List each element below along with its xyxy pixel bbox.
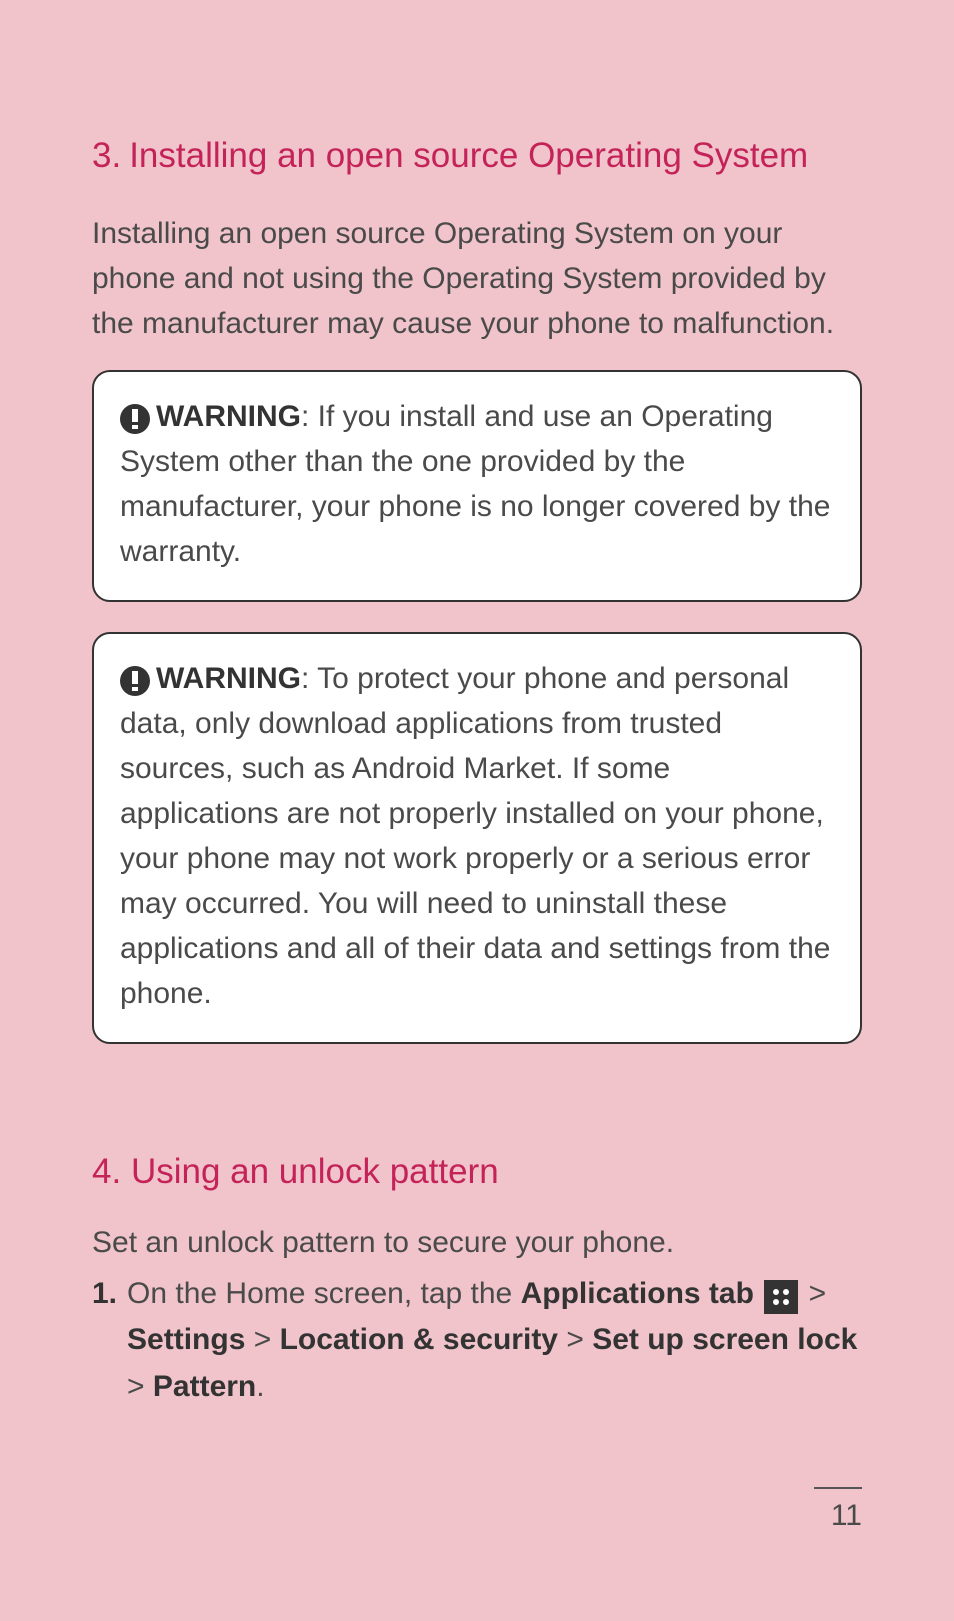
warning-1-content: WARNING: If you install and use an Opera… [120,394,834,574]
warning-icon [120,666,150,696]
warning-label: WARNING [156,662,301,695]
manual-page: 3. Installing an open source Operating S… [0,0,954,1410]
applications-icon [764,1280,798,1314]
warning-label: WARNING [156,400,301,433]
applications-tab-label: Applications tab [521,1277,754,1310]
step-lead: On the Home screen, tap the [127,1277,521,1310]
step-1: 1. On the Home screen, tap the Applicati… [92,1271,862,1411]
warning-box-1: WARNING: If you install and use an Opera… [92,370,862,602]
warning-box-2: WARNING: To protect your phone and perso… [92,632,862,1044]
location-security-label: Location & security [280,1323,558,1356]
section-title: Installing an open source Operating Syst… [129,130,862,183]
separator: > [800,1277,826,1310]
period: . [256,1370,264,1403]
section-4-intro: Set an unlock pattern to secure your pho… [92,1220,862,1265]
setup-screen-lock-label: Set up screen lock [592,1323,857,1356]
section-3-intro: Installing an open source Operating Syst… [92,211,862,346]
section-3-heading: 3. Installing an open source Operating S… [92,130,862,183]
section-number: 4. [92,1152,121,1191]
section-4-heading: 4. Using an unlock pattern [92,1152,862,1192]
separator: > [558,1323,592,1356]
page-number: 11 [814,1487,862,1533]
pattern-label: Pattern [153,1370,256,1403]
step-list: 1. On the Home screen, tap the Applicati… [92,1271,862,1411]
separator: > [245,1323,279,1356]
step-text: On the Home screen, tap the Applications… [127,1271,862,1411]
section-number: 3. [92,130,121,183]
settings-label: Settings [127,1323,245,1356]
step-number: 1. [92,1271,117,1411]
warning-text: : To protect your phone and personal dat… [120,662,830,1010]
warning-2-content: WARNING: To protect your phone and perso… [120,656,834,1016]
warning-icon [120,404,150,434]
section-title: Using an unlock pattern [131,1152,499,1191]
separator: > [127,1370,153,1403]
